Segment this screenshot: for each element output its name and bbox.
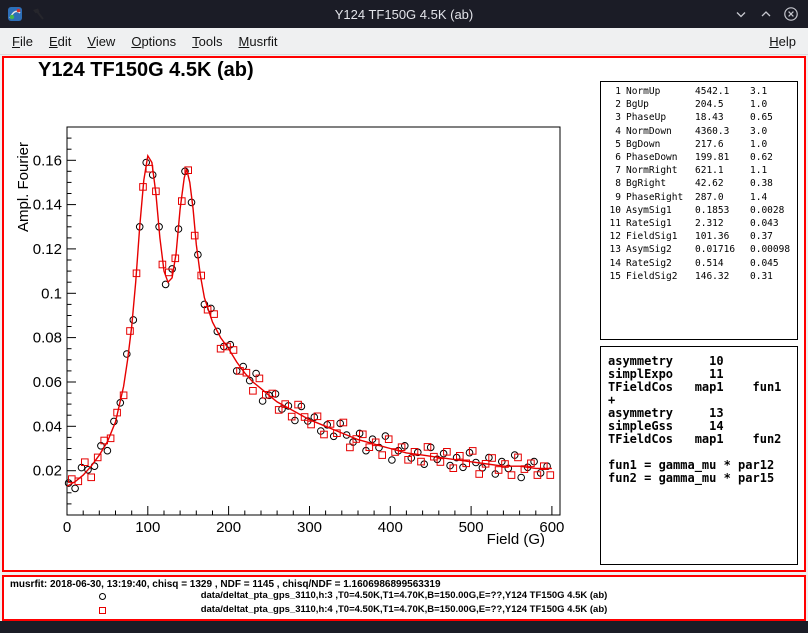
fit-curve [67,156,552,486]
app-icon [7,6,23,22]
info-pane[interactable]: musrfit: 2018-06-30, 13:19:40, chisq = 1… [2,575,806,621]
menubar-help: Help [761,29,808,54]
svg-text:100: 100 [135,519,160,536]
theory-line: TFieldCos map1 fun1 [608,381,797,394]
svg-text:0.08: 0.08 [33,330,62,347]
fit-info: musrfit: 2018-06-30, 13:19:40, chisq = 1… [4,577,804,590]
svg-text:0: 0 [63,519,71,536]
menu-item-musrfit[interactable]: Musrfit [231,29,286,54]
svg-text:400: 400 [378,519,403,536]
legend: data/deltat_pta_gps_3110,h:3 ,T0=4.50K,T… [4,590,804,618]
svg-text:0.12: 0.12 [33,241,62,258]
svg-text:0.1: 0.1 [41,285,62,302]
param-row: 10AsymSig10.18530.0028 [606,204,797,217]
x-axis-title: Field (G) [487,531,545,548]
menu-item-file[interactable]: File [4,29,41,54]
series-circles [65,159,550,492]
svg-text:0.06: 0.06 [33,374,62,391]
svg-text:0.02: 0.02 [33,463,62,480]
param-row: 14RateSig20.5140.045 [606,257,797,270]
titlebar[interactable]: Y124 TF150G 4.5K (ab) [0,0,808,28]
svg-text:0.04: 0.04 [33,418,62,435]
theory-panel: asymmetry 10simplExpo 11TFieldCos map1 f… [600,346,798,565]
bottom-window-edge [0,621,808,633]
theory-line: TFieldCos map1 fun2 [608,433,797,446]
root-canvas[interactable]: Y124 TF150G 4.5K (ab) 010020030040050060… [2,56,806,572]
param-table: 1NormUp4542.13.12BgUp204.51.03PhaseUp18.… [606,85,797,283]
minimize-button[interactable] [733,6,749,22]
menu-item-view[interactable]: View [79,29,123,54]
param-row: 1NormUp4542.13.1 [606,85,797,98]
window-title: Y124 TF150G 4.5K (ab) [0,7,808,22]
svg-text:500: 500 [459,519,484,536]
x-axis-ticks [67,506,552,515]
menu-item-options[interactable]: Options [123,29,184,54]
param-row: 6PhaseDown199.810.62 [606,151,797,164]
svg-text:0.16: 0.16 [33,152,62,169]
legend-row: data/deltat_pta_gps_3110,h:3 ,T0=4.50K,T… [4,590,804,604]
svg-text:0.14: 0.14 [33,197,62,214]
param-row: 4NormDown4360.33.0 [606,125,797,138]
menu-item-tools[interactable]: Tools [184,29,230,54]
parameter-panel: 1NormUp4542.13.12BgUp204.51.03PhaseUp18.… [600,81,798,340]
menubar: FileEditViewOptionsToolsMusrfit Help [0,28,808,55]
legend-label: data/deltat_pta_gps_3110,h:4 ,T0=4.50K,T… [4,604,804,615]
menubar-items: FileEditViewOptionsToolsMusrfit [0,28,286,54]
param-row: 15FieldSig2146.320.31 [606,270,797,283]
param-row: 11RateSig12.3120.043 [606,217,797,230]
legend-square-marker-icon [99,607,106,614]
close-button[interactable] [783,6,799,22]
svg-text:300: 300 [297,519,322,536]
param-row: 13AsymSig20.017160.00098 [606,243,797,256]
param-row: 2BgUp204.51.0 [606,98,797,111]
param-row: 8BgRight42.620.38 [606,177,797,190]
param-row: 3PhaseUp18.430.65 [606,111,797,124]
legend-row: data/deltat_pta_gps_3110,h:4 ,T0=4.50K,T… [4,604,804,618]
y-tick-labels: 0.02 0.04 0.06 0.08 0.1 0.12 0.14 0.16 [33,152,62,479]
param-row: 5BgDown217.61.0 [606,138,797,151]
legend-label: data/deltat_pta_gps_3110,h:3 ,T0=4.50K,T… [4,590,804,601]
menu-item-edit[interactable]: Edit [41,29,79,54]
hammer-pin-icon[interactable] [30,6,46,22]
menu-item-help[interactable]: Help [761,29,804,54]
maximize-button[interactable] [758,6,774,22]
svg-text:200: 200 [216,519,241,536]
param-row: 9PhaseRight287.01.4 [606,191,797,204]
param-row: 7NormRight621.11.1 [606,164,797,177]
y-axis-ticks [67,127,76,515]
legend-circle-marker-icon [99,593,106,600]
y-axis-title: Ampl. Fourier [15,142,32,232]
theory-line: fun2 = gamma_mu * par15 [608,472,797,485]
param-row: 12FieldSig1101.360.37 [606,230,797,243]
